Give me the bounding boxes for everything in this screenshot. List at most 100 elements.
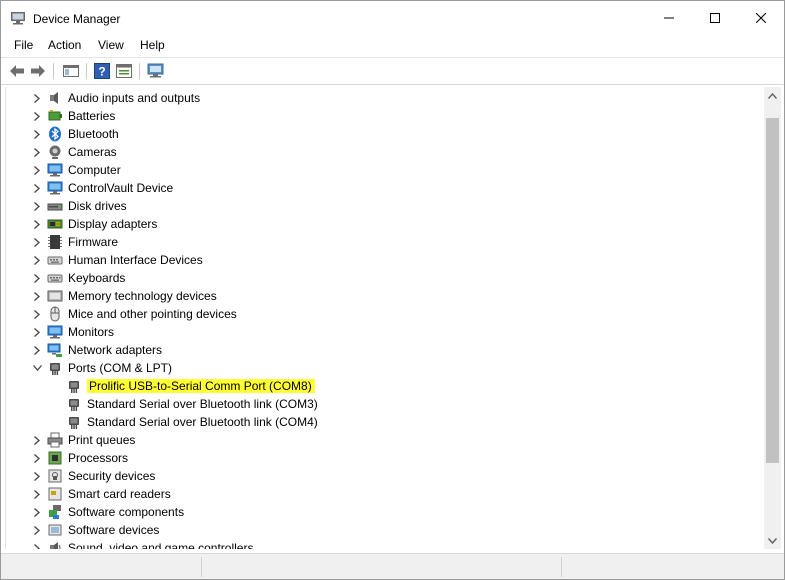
display-adapter-icon: [47, 219, 63, 229]
device-category-mouse[interactable]: Mice and other pointing devices: [6, 305, 767, 323]
port-icon: [69, 381, 79, 393]
device-label: Print queues: [68, 433, 136, 447]
device-category-memory[interactable]: Memory technology devices: [6, 287, 767, 305]
port-icon: [69, 417, 79, 429]
device-label: Batteries: [68, 109, 116, 123]
arrow-left-icon: [10, 64, 24, 77]
chevron-right-icon[interactable]: [32, 201, 42, 211]
port-icon: [50, 363, 60, 375]
device-label: Audio inputs and outputs: [68, 91, 201, 105]
menu-file[interactable]: File: [12, 38, 35, 52]
battery-icon: [48, 110, 62, 121]
arrow-right-icon: [31, 64, 45, 77]
device-category-security[interactable]: Security devices: [6, 467, 767, 485]
device-label: Standard Serial over Bluetooth link (COM…: [87, 397, 318, 411]
close-button[interactable]: [738, 1, 784, 35]
device-category-bluetooth[interactable]: Bluetooth: [6, 125, 767, 143]
chevron-right-icon[interactable]: [32, 255, 42, 265]
device-category-firmware[interactable]: Firmware: [6, 233, 767, 251]
device-label: Prolific USB-to-Serial Comm Port (COM8): [87, 379, 315, 393]
chevron-right-icon[interactable]: [32, 489, 42, 499]
scrollbar-thumb[interactable]: [766, 118, 779, 463]
help-button[interactable]: ?: [93, 62, 111, 79]
device-label: Human Interface Devices: [68, 253, 203, 267]
chevron-right-icon[interactable]: [32, 273, 42, 283]
properties-button[interactable]: [115, 62, 133, 79]
device-label: Ports (COM & LPT): [68, 361, 173, 375]
chevron-right-icon[interactable]: [32, 453, 42, 463]
device-category-monitor[interactable]: ControlVault Device: [6, 179, 767, 197]
scroll-down-button[interactable]: [764, 532, 781, 549]
chevron-down-icon[interactable]: [32, 363, 42, 373]
console-tree-icon: [63, 64, 79, 77]
minimize-button[interactable]: [646, 1, 692, 35]
scan-hardware-button[interactable]: [147, 62, 165, 79]
device-category-printer[interactable]: Print queues: [6, 431, 767, 449]
chevron-right-icon[interactable]: [32, 219, 42, 229]
disk-drive-icon: [47, 203, 63, 211]
svg-text:?: ?: [98, 64, 105, 78]
device-category-disk-drive[interactable]: Disk drives: [6, 197, 767, 215]
device-category-software-component[interactable]: Software components: [6, 503, 767, 521]
hid-icon: [47, 256, 63, 265]
software-device-icon: [48, 524, 62, 536]
chevron-right-icon[interactable]: [32, 93, 42, 103]
chevron-right-icon[interactable]: [32, 237, 42, 247]
device-label: Mice and other pointing devices: [68, 307, 237, 321]
device-category-speaker[interactable]: Audio inputs and outputs: [6, 89, 767, 107]
device-category-computer[interactable]: Computer: [6, 161, 767, 179]
chevron-right-icon[interactable]: [32, 327, 42, 337]
device-category-network[interactable]: Network adapters: [6, 341, 767, 359]
device-category-monitor[interactable]: Monitors: [6, 323, 767, 341]
device-label: Cameras: [68, 145, 117, 159]
chevron-right-icon[interactable]: [32, 183, 42, 193]
minimize-icon: [664, 17, 674, 19]
device-label: Firmware: [68, 235, 118, 249]
forward-button[interactable]: [29, 62, 47, 79]
chevron-right-icon[interactable]: [32, 525, 42, 535]
device-label: Processors: [68, 451, 129, 465]
chevron-right-icon[interactable]: [32, 543, 42, 549]
maximize-button[interactable]: [692, 1, 738, 35]
back-button[interactable]: [8, 62, 26, 79]
properties-icon: [116, 63, 132, 78]
device-category-camera[interactable]: Cameras: [6, 143, 767, 161]
chevron-right-icon[interactable]: [32, 345, 42, 355]
chevron-right-icon[interactable]: [32, 435, 42, 445]
chevron-right-icon[interactable]: [32, 111, 42, 121]
close-icon: [756, 13, 766, 23]
network-icon: [47, 343, 62, 357]
device-label: Computer: [68, 163, 121, 177]
device-category-hid[interactable]: Human Interface Devices: [6, 251, 767, 269]
chevron-right-icon[interactable]: [32, 147, 42, 157]
device-category-port[interactable]: Ports (COM & LPT): [6, 359, 767, 377]
chevron-right-icon[interactable]: [32, 129, 42, 139]
device-category-battery[interactable]: Batteries: [6, 107, 767, 125]
chevron-right-icon[interactable]: [32, 471, 42, 481]
printer-icon: [47, 432, 63, 448]
device-category-smart-card[interactable]: Smart card readers: [6, 485, 767, 503]
vertical-scrollbar[interactable]: [764, 87, 781, 549]
device-item[interactable]: Standard Serial over Bluetooth link (COM…: [6, 413, 767, 431]
device-category-software-device[interactable]: Software devices: [6, 521, 767, 539]
device-category-keyboard[interactable]: Keyboards: [6, 269, 767, 287]
menu-action[interactable]: Action: [46, 38, 83, 52]
device-item[interactable]: Prolific USB-to-Serial Comm Port (COM8): [6, 377, 767, 395]
device-item[interactable]: Standard Serial over Bluetooth link (COM…: [6, 395, 767, 413]
device-label: Bluetooth: [68, 127, 119, 141]
device-category-display-adapter[interactable]: Display adapters: [6, 215, 767, 233]
device-label: Software components: [68, 505, 185, 519]
chevron-right-icon[interactable]: [32, 291, 42, 301]
help-icon: ?: [94, 62, 110, 79]
toolbar-separator: [86, 63, 87, 79]
chevron-right-icon[interactable]: [32, 165, 42, 175]
menu-view[interactable]: View: [96, 38, 126, 52]
device-tree[interactable]: Audio inputs and outputs Batteries Bluetoo…: [5, 87, 767, 549]
show-hide-console-tree-button[interactable]: [62, 62, 80, 79]
device-category-processor[interactable]: Processors: [6, 449, 767, 467]
menu-help[interactable]: Help: [138, 38, 167, 52]
chevron-right-icon[interactable]: [32, 309, 42, 319]
device-category-sound[interactable]: Sound, video and game controllers: [6, 539, 767, 549]
scroll-up-button[interactable]: [764, 87, 781, 104]
chevron-right-icon[interactable]: [32, 507, 42, 517]
